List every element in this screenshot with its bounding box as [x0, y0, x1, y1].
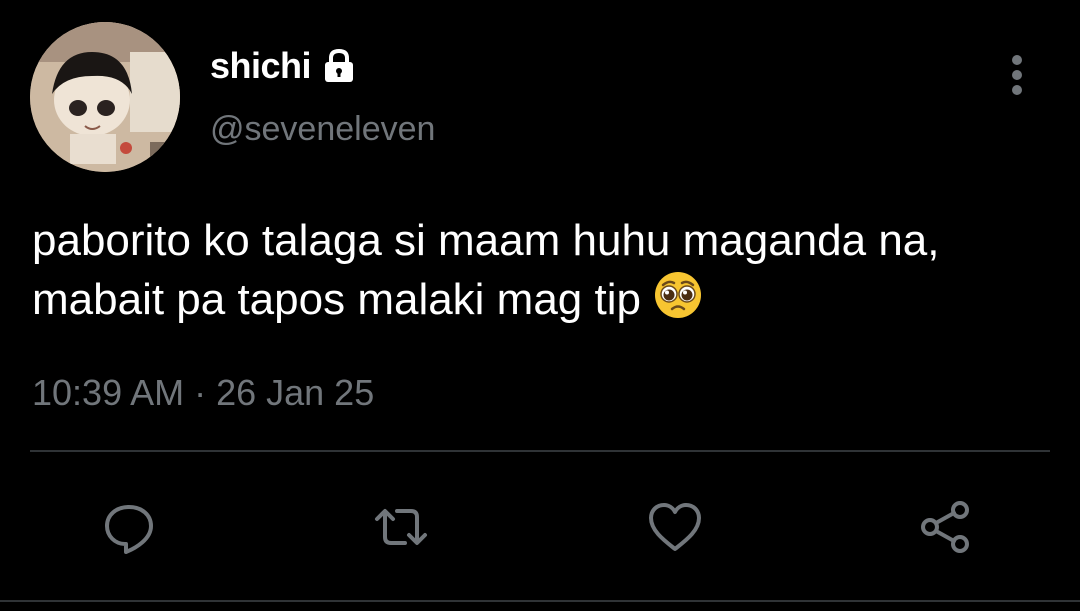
more-options-icon[interactable]: [1000, 52, 1034, 98]
avatar[interactable]: [30, 22, 180, 172]
tweet-body: paborito ko talaga si maam huhu maganda …: [32, 216, 940, 324]
reply-icon: [105, 505, 153, 554]
retweet-icon: [375, 509, 427, 545]
like-button[interactable]: [640, 492, 710, 562]
share-button[interactable]: [910, 492, 980, 562]
bottom-divider: [0, 600, 1080, 602]
timestamp[interactable]: 10:39 AM · 26 Jan 25: [32, 372, 374, 414]
tweet-text: paborito ko talaga si maam huhu maganda …: [32, 212, 1062, 329]
share-icon: [921, 501, 969, 553]
retweet-button[interactable]: [366, 492, 436, 562]
lock-icon: [319, 46, 359, 86]
pleading-face-emoji-icon: [653, 270, 703, 320]
tweet-card: shichi @seveneleven paborito ko talaga s…: [0, 0, 1080, 611]
avatar-image: [30, 22, 180, 172]
user-handle[interactable]: @seveneleven: [210, 110, 435, 149]
heart-icon: [649, 503, 701, 551]
reply-button[interactable]: [94, 492, 164, 562]
display-name-row[interactable]: shichi: [210, 44, 359, 88]
divider: [30, 450, 1050, 452]
display-name[interactable]: shichi: [210, 45, 312, 87]
